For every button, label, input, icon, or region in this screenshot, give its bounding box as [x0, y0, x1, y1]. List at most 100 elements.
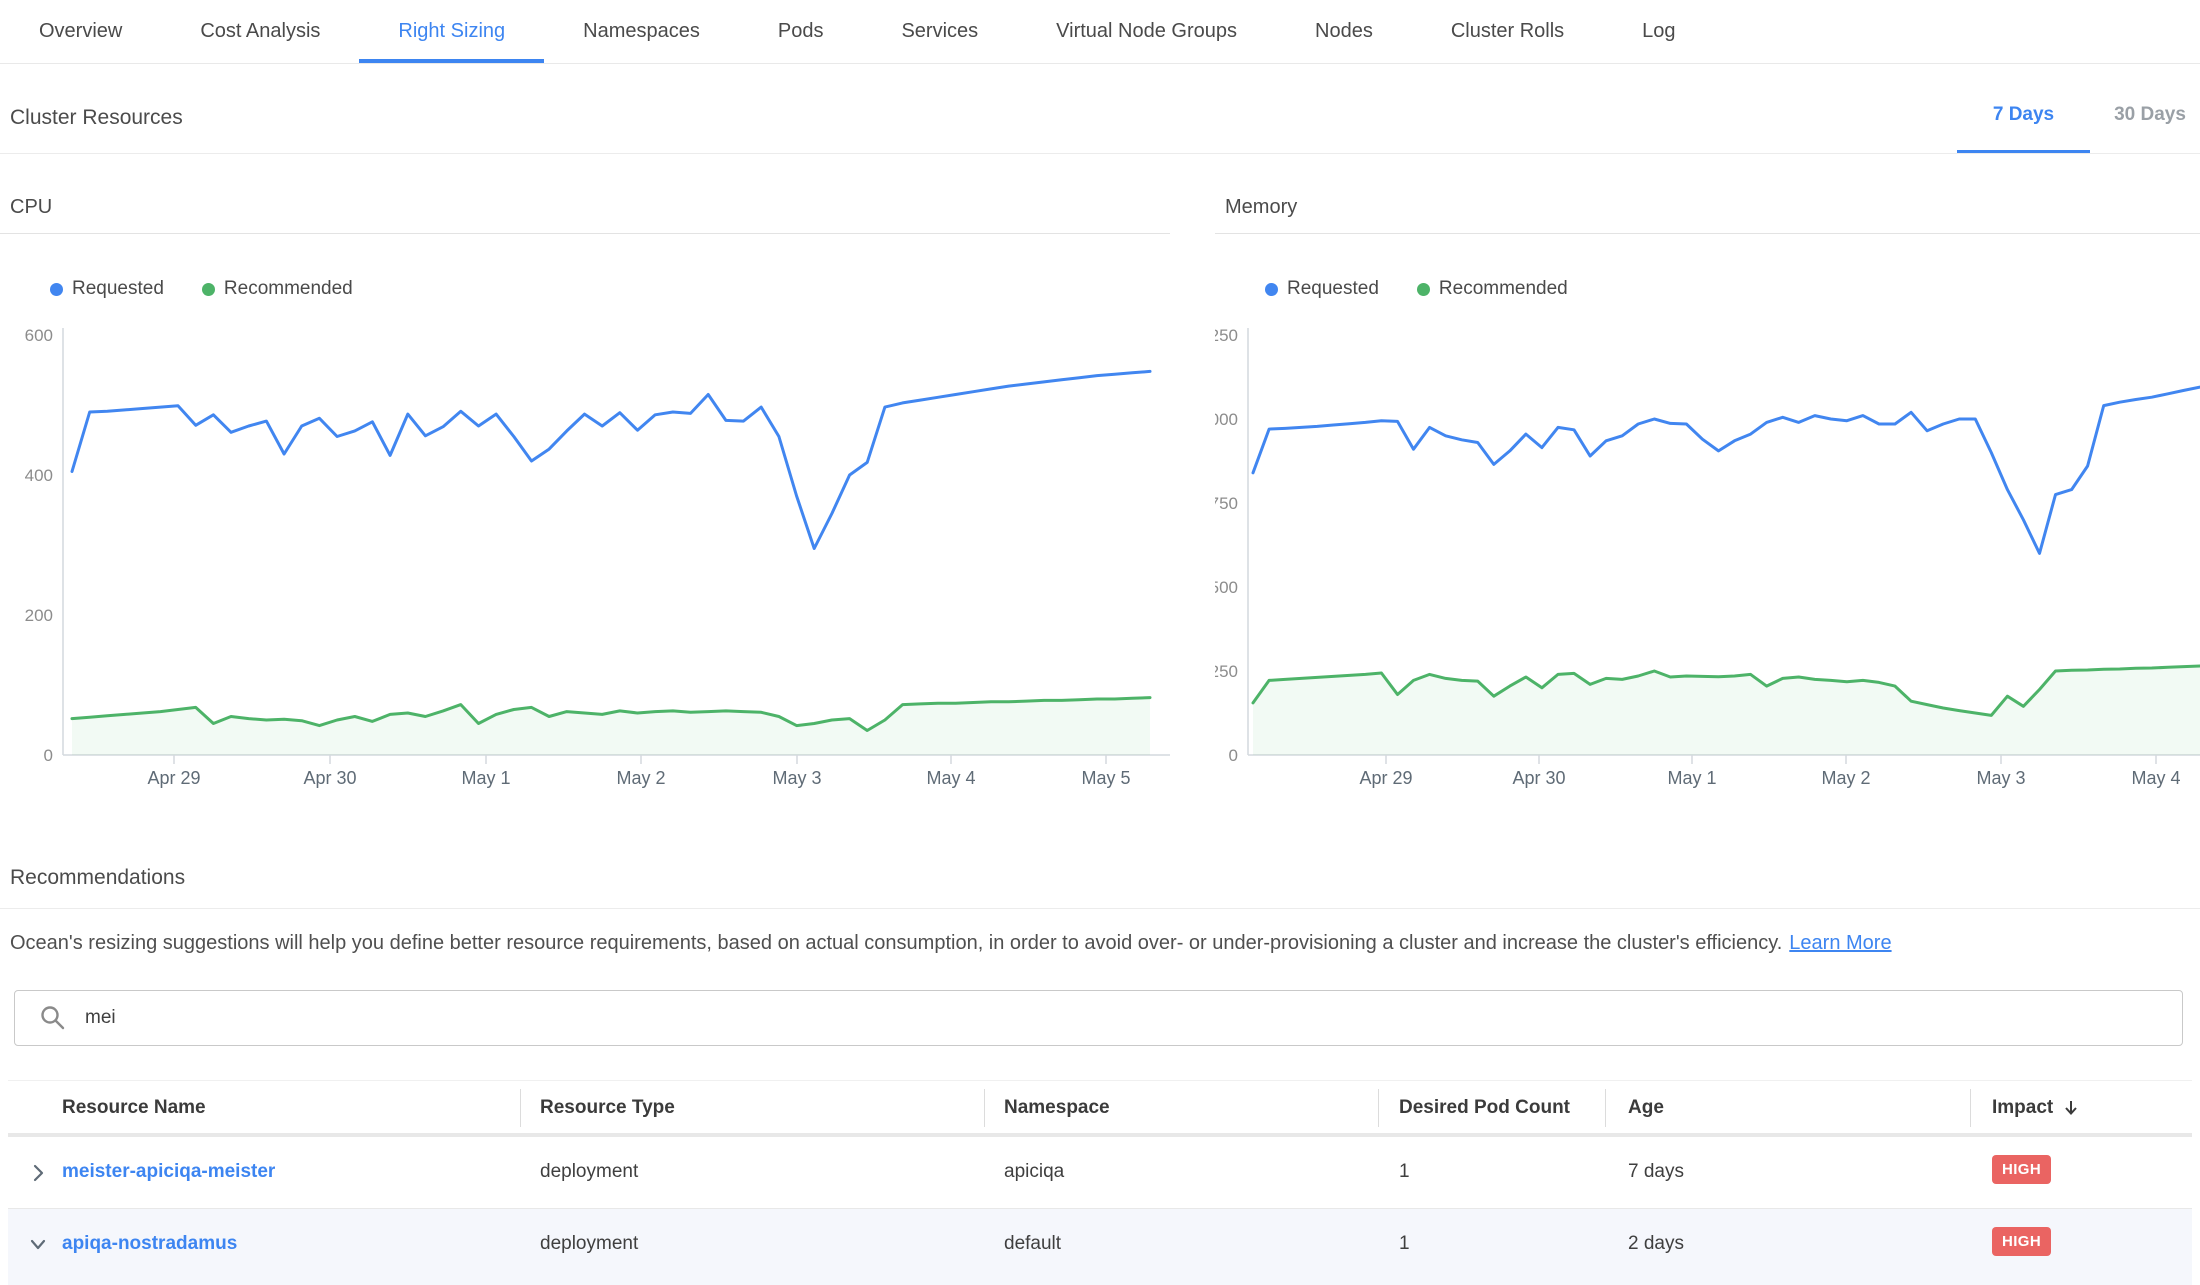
x-axis-tick-label: May 3 [1976, 768, 2025, 788]
y-axis-tick-label: 1000 [1215, 410, 1238, 429]
y-axis-tick-label: 250 [1215, 662, 1238, 681]
x-axis-tick-label: May 2 [1821, 768, 1870, 788]
y-axis-tick-label: 1250 [1215, 326, 1238, 345]
recommended-area-fill [72, 698, 1150, 755]
y-axis-tick-label: 600 [25, 326, 53, 345]
column-header-label: Resource Type [540, 1097, 675, 1119]
y-axis-tick-label: 500 [1215, 578, 1238, 597]
search-icon [39, 1004, 67, 1032]
cell-age: 7 days [1628, 1161, 1684, 1183]
cpu-chart-legend: Requested Recommended [50, 278, 1170, 300]
learn-more-link[interactable]: Learn More [1789, 932, 1891, 954]
column-divider [1605, 1089, 1606, 1127]
column-header-impact[interactable]: Impact [1992, 1097, 2079, 1119]
y-axis-tick-label: 200 [25, 606, 53, 625]
y-axis-tick-label: 0 [44, 746, 53, 765]
search-input[interactable] [83, 1006, 2182, 1030]
tab-nodes[interactable]: Nodes [1276, 0, 1412, 63]
cluster-tab-bar: OverviewCost AnalysisRight SizingNamespa… [0, 0, 2200, 64]
resource-name-link[interactable]: meister-apiciqa-meister [62, 1161, 275, 1183]
recommendations-table: Resource Name Resource Type Namespace Desir… [8, 1080, 2192, 1285]
range-tab-30-days[interactable]: 30 Days [2100, 104, 2200, 153]
y-axis-tick-label: 400 [25, 466, 53, 485]
cpu-chart-title: CPU [0, 196, 1170, 234]
recommendations-header: Recommendations [0, 858, 2200, 909]
column-header-resource-name[interactable]: Resource Name [62, 1097, 206, 1119]
tab-overview[interactable]: Overview [0, 0, 161, 63]
cell-desired-pod-count: 1 [1399, 1233, 1410, 1255]
resource-name-link[interactable]: apiqa-nostradamus [62, 1233, 237, 1255]
x-axis-tick-label: May 4 [926, 768, 975, 788]
x-axis-tick-label: Apr 29 [147, 768, 200, 788]
tab-namespaces[interactable]: Namespaces [544, 0, 739, 63]
recommendations-search-box[interactable] [14, 990, 2183, 1046]
column-header-label: Impact [1992, 1097, 2053, 1119]
x-axis-tick-label: May 1 [461, 768, 510, 788]
column-header-resource-type[interactable]: Resource Type [540, 1097, 675, 1119]
requested-legend-dot-icon [1265, 283, 1278, 296]
tab-cluster-rolls[interactable]: Cluster Rolls [1412, 0, 1603, 63]
impact-badge-high: HIGH [1992, 1155, 2051, 1184]
x-axis-tick-label: Apr 29 [1359, 768, 1412, 788]
recommendations-description-text: Ocean's resizing suggestions will help y… [10, 932, 1782, 954]
legend-label: Recommended [224, 278, 353, 300]
table-header-row: Resource Name Resource Type Namespace Desir… [8, 1080, 2192, 1137]
recommendations-description: Ocean's resizing suggestions will help y… [10, 932, 2160, 955]
table-row-apiqa-nostradamus[interactable]: apiqa-nostradamusdeploymentdefault12 day… [8, 1209, 2192, 1285]
tab-services[interactable]: Services [862, 0, 1017, 63]
y-axis-tick-label: 0 [1229, 746, 1238, 765]
cell-desired-pod-count: 1 [1399, 1161, 1410, 1183]
memory-chart-section: Memory RequestedRecommended 025050075010… [1215, 196, 2200, 300]
column-header-desired-pod-count[interactable]: Desired Pod Count [1399, 1097, 1570, 1119]
tab-right-sizing[interactable]: Right Sizing [359, 0, 544, 63]
legend-item-recommended[interactable]: Recommended [202, 278, 353, 300]
requested-series-line [1253, 387, 2200, 553]
requested-series-line [72, 371, 1150, 548]
chevron-right-icon[interactable] [28, 1163, 48, 1183]
cell-resource-type: deployment [540, 1161, 638, 1183]
column-divider [1378, 1089, 1379, 1127]
legend-item-recommended[interactable]: Recommended [1417, 278, 1568, 300]
recommended-area-fill [1253, 666, 2200, 755]
column-header-namespace[interactable]: Namespace [1004, 1097, 1110, 1119]
cell-namespace: default [1004, 1233, 1061, 1255]
tab-log[interactable]: Log [1603, 0, 1714, 63]
legend-item-requested[interactable]: Requested [50, 278, 164, 300]
x-axis-tick-label: May 2 [616, 768, 665, 788]
memory-chart-legend: Requested Recommended [1265, 278, 2200, 300]
sort-desc-icon[interactable] [2063, 1099, 2079, 1117]
table-row-meister-apiciqa-meister[interactable]: meister-apiciqa-meisterdeploymentapiciqa… [8, 1137, 2192, 1209]
x-axis-tick-label: May 5 [1081, 768, 1130, 788]
legend-item-requested[interactable]: Requested [1265, 278, 1379, 300]
impact-badge-high: HIGH [1992, 1227, 2051, 1256]
tab-pods[interactable]: Pods [739, 0, 863, 63]
chevron-down-icon[interactable] [28, 1235, 48, 1255]
x-axis-tick-label: May 4 [2131, 768, 2180, 788]
column-divider [520, 1089, 521, 1127]
column-header-label: Resource Name [62, 1097, 206, 1119]
recommendations-title: Recommendations [10, 866, 185, 890]
requested-legend-dot-icon [50, 283, 63, 296]
legend-label: Recommended [1439, 278, 1568, 300]
tab-cost-analysis[interactable]: Cost Analysis [161, 0, 359, 63]
x-axis-tick-label: May 1 [1667, 768, 1716, 788]
column-header-label: Age [1628, 1097, 1664, 1119]
cell-resource-type: deployment [540, 1233, 638, 1255]
tab-virtual-node-groups[interactable]: Virtual Node Groups [1017, 0, 1276, 63]
cpu-line-chart: 0 200 400 600 Apr 29 Apr 30 May 1 May 2 May 3 May… [0, 300, 1170, 800]
column-divider [984, 1089, 985, 1127]
cluster-resources-title: Cluster Resources [10, 106, 183, 130]
memory-line-chart: 025050075010001250Apr 29Apr 30May 1May 2… [1215, 300, 2200, 800]
y-axis-tick-label: 750 [1215, 494, 1238, 513]
cpu-chart-section: CPU RequestedRecommended 0200400600Apr 2… [0, 196, 1170, 300]
right-sizing-page: { "nav": { "tabs": [ {"label": "Overview… [0, 0, 2200, 1264]
legend-label: Requested [1287, 278, 1379, 300]
column-header-label: Desired Pod Count [1399, 1097, 1570, 1119]
range-tab-7-days[interactable]: 7 Days [1957, 104, 2090, 153]
column-divider [1970, 1089, 1971, 1127]
memory-chart-title: Memory [1215, 196, 2200, 234]
x-axis-tick-label: Apr 30 [303, 768, 356, 788]
cluster-resources-header: Cluster Resources 7 Days30 Days [0, 64, 2200, 154]
column-header-age[interactable]: Age [1628, 1097, 1664, 1119]
x-axis-tick-label: May 3 [772, 768, 821, 788]
